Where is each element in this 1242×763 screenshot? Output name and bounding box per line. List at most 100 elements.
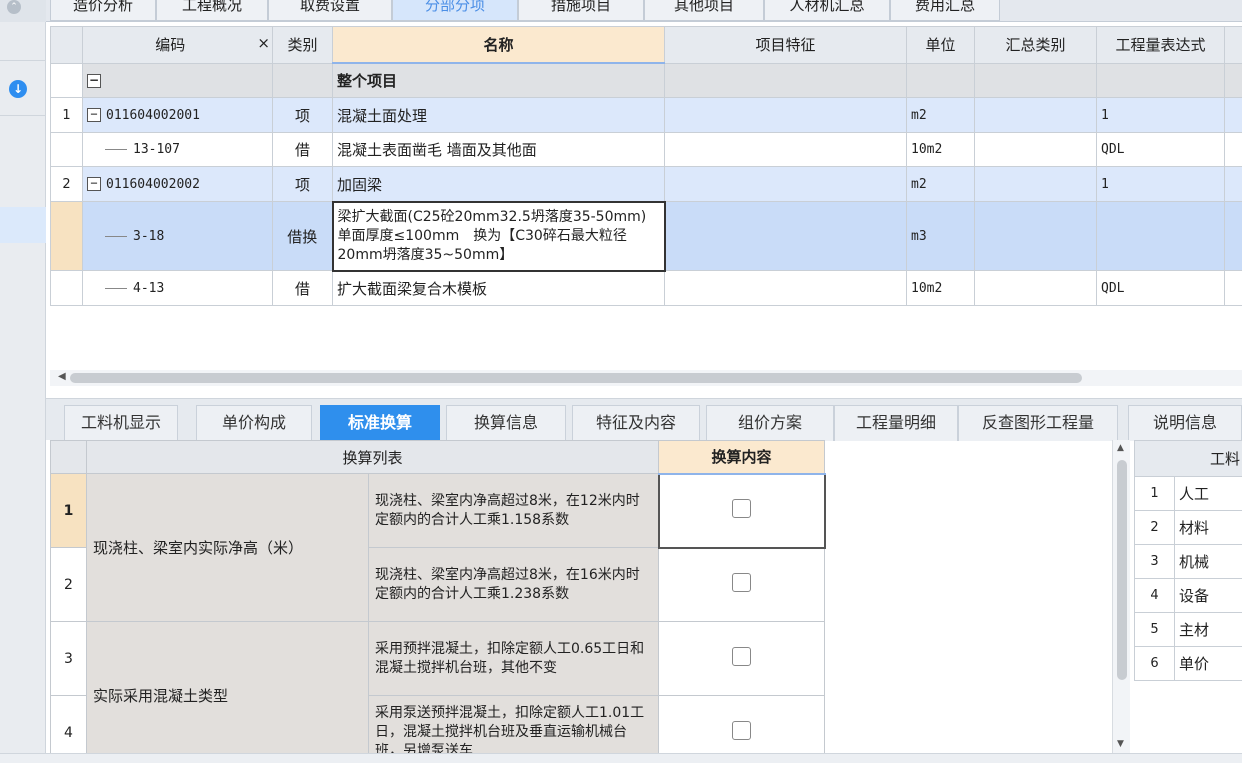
name-cell[interactable]: 混凝土表面凿毛 墙面及其他面 <box>332 131 665 168</box>
name-cell-editing[interactable]: 梁扩大截面(C25砼20mm32.5坍落度35-50mm)单面厚度≤100mm … <box>331 200 666 272</box>
collapse-toggle-icon[interactable]: − <box>87 73 101 88</box>
tab-description[interactable]: 说明信息 <box>1128 405 1242 441</box>
unit-cell[interactable]: 10m2 <box>906 270 975 306</box>
feature-cell[interactable] <box>664 62 907 99</box>
unit-cell[interactable]: m3 <box>906 201 975 272</box>
summary-cell[interactable] <box>974 270 1097 306</box>
tab-other-items[interactable]: 其他项目 <box>644 0 764 21</box>
column-header-labor[interactable]: 工料 <box>1133 440 1242 477</box>
type-cell[interactable]: 项 <box>272 97 333 133</box>
tab-project-overview[interactable]: 工程概况 <box>156 0 268 21</box>
checkbox[interactable] <box>732 573 752 593</box>
tab-conversion-info[interactable]: 换算信息 <box>446 405 566 441</box>
close-icon[interactable]: × <box>257 34 270 52</box>
column-header-feature[interactable]: 项目特征 <box>664 26 907 64</box>
table-row-selected[interactable]: 3-18 借换 梁扩大截面(C25砼20mm32.5坍落度35-50mm)单面厚… <box>50 200 1242 272</box>
code-cell[interactable]: − <box>82 62 273 99</box>
tab-cost-analysis[interactable]: 造价分析 <box>50 0 156 21</box>
unit-cell[interactable]: 10m2 <box>906 131 975 168</box>
unit-cell[interactable]: m2 <box>906 97 975 133</box>
summary-cell[interactable] <box>974 97 1097 133</box>
column-header-code[interactable]: 编码 × <box>82 26 273 64</box>
code-cell[interactable]: −011604002001 <box>82 97 273 133</box>
conversion-checkbox-cell[interactable] <box>657 472 826 549</box>
collapse-toggle-icon[interactable]: − <box>87 108 101 123</box>
tab-features-content[interactable]: 特征及内容 <box>572 405 700 441</box>
type-cell[interactable]: 项 <box>272 166 333 203</box>
column-header-type[interactable]: 类别 <box>272 26 333 64</box>
summary-cell[interactable] <box>974 166 1097 203</box>
vertical-scrollbar[interactable]: ▲ ▼ <box>1112 440 1130 753</box>
expression-cell[interactable]: QDL <box>1096 270 1225 306</box>
type-cell[interactable]: 借换 <box>272 201 333 272</box>
column-header-unit[interactable]: 单位 <box>906 26 975 64</box>
table-row[interactable]: 1 现浇柱、梁室内实际净高（米） 现浇柱、梁室内净高超过8米，在12米内时定额内… <box>50 472 826 622</box>
expression-cell[interactable] <box>1096 62 1225 99</box>
expression-cell[interactable]: 1 <box>1096 97 1225 133</box>
list-item[interactable]: 6 单价 <box>1134 646 1242 681</box>
tab-labor-material-display[interactable]: 工料机显示 <box>64 405 178 441</box>
name-cell[interactable]: 加固梁 <box>332 166 665 203</box>
scroll-up-icon[interactable]: ▲ <box>1117 443 1124 453</box>
expression-cell[interactable] <box>1096 201 1225 272</box>
summary-cell[interactable] <box>974 131 1097 168</box>
summary-cell[interactable] <box>974 62 1097 99</box>
summary-cell[interactable] <box>974 201 1097 272</box>
feature-cell[interactable] <box>664 201 907 272</box>
tab-quantity-details[interactable]: 工程量明细 <box>834 405 958 441</box>
tab-cost-summary[interactable]: 费用汇总 <box>890 0 1000 21</box>
type-cell[interactable]: 借 <box>272 131 333 168</box>
name-cell[interactable]: 扩大截面梁复合木模板 <box>332 270 665 306</box>
horizontal-scrollbar[interactable]: ◀ <box>50 370 1242 386</box>
code-cell[interactable]: −011604002002 <box>82 166 273 203</box>
table-row-root[interactable]: − 整个项目 <box>50 62 1242 99</box>
download-circle-icon[interactable]: ↓ <box>9 80 27 98</box>
list-item[interactable]: 1 人工 <box>1134 476 1242 511</box>
tab-pricing-scheme[interactable]: 组价方案 <box>706 405 834 441</box>
scrollbar-thumb[interactable] <box>1117 460 1127 680</box>
feature-cell[interactable] <box>664 166 907 203</box>
column-header-conversion-list[interactable]: 换算列表 <box>85 440 660 474</box>
feature-cell[interactable] <box>664 131 907 168</box>
scrollbar-thumb[interactable] <box>70 373 1082 383</box>
tab-sub-items[interactable]: 分部分项 <box>392 0 518 21</box>
expression-cell[interactable]: 1 <box>1096 166 1225 203</box>
conversion-checkbox-cell[interactable] <box>658 547 826 622</box>
table-row[interactable]: 4-13 借 扩大截面梁复合木模板 10m2 QDL <box>50 270 1242 306</box>
feature-cell[interactable] <box>664 97 907 133</box>
expression-cell[interactable]: QDL <box>1096 131 1225 168</box>
feature-cell[interactable] <box>664 270 907 306</box>
type-cell[interactable] <box>272 62 333 99</box>
list-item[interactable]: 3 机械 <box>1134 544 1242 579</box>
table-row[interactable]: 1 −011604002001 项 混凝土面处理 m2 1 <box>50 97 1242 133</box>
collapse-icon[interactable]: ⌃ <box>7 0 21 14</box>
left-panel-selected-item[interactable] <box>0 207 46 243</box>
name-cell[interactable]: 混凝土面处理 <box>332 97 665 133</box>
column-header-name[interactable]: 名称 <box>332 26 665 65</box>
checkbox[interactable] <box>732 647 752 666</box>
type-cell[interactable]: 借 <box>272 270 333 306</box>
checkbox[interactable] <box>732 721 752 740</box>
tab-reverse-quantity[interactable]: 反查图形工程量 <box>958 405 1118 441</box>
list-item[interactable]: 4 设备 <box>1134 578 1242 613</box>
column-header-conversion-content[interactable]: 换算内容 <box>658 440 826 475</box>
list-item[interactable]: 5 主材 <box>1134 612 1242 647</box>
conversion-checkbox-cell[interactable] <box>658 621 826 696</box>
tab-fee-settings[interactable]: 取费设置 <box>268 0 392 21</box>
checkbox[interactable] <box>732 499 752 518</box>
collapse-toggle-icon[interactable]: − <box>87 177 101 192</box>
scroll-down-icon[interactable]: ▼ <box>1117 739 1124 749</box>
table-row[interactable]: 3 实际采用混凝土类型 采用预拌混凝土，扣除定额人工0.65工日和混凝土搅拌机台… <box>50 621 826 763</box>
code-cell[interactable]: 13-107 <box>82 131 273 168</box>
unit-cell[interactable] <box>906 62 975 99</box>
unit-cell[interactable]: m2 <box>906 166 975 203</box>
name-cell[interactable]: 整个项目 <box>332 62 665 99</box>
code-cell[interactable]: 4-13 <box>82 270 273 306</box>
tab-unit-price-composition[interactable]: 单价构成 <box>196 405 312 441</box>
column-header-summary[interactable]: 汇总类别 <box>974 26 1097 64</box>
scroll-left-icon[interactable]: ◀ <box>58 371 66 382</box>
column-header-expression[interactable]: 工程量表达式 <box>1096 26 1225 64</box>
table-row[interactable]: 13-107 借 混凝土表面凿毛 墙面及其他面 10m2 QDL <box>50 131 1242 168</box>
tab-measures[interactable]: 措施项目 <box>518 0 644 21</box>
list-item[interactable]: 2 材料 <box>1134 510 1242 545</box>
